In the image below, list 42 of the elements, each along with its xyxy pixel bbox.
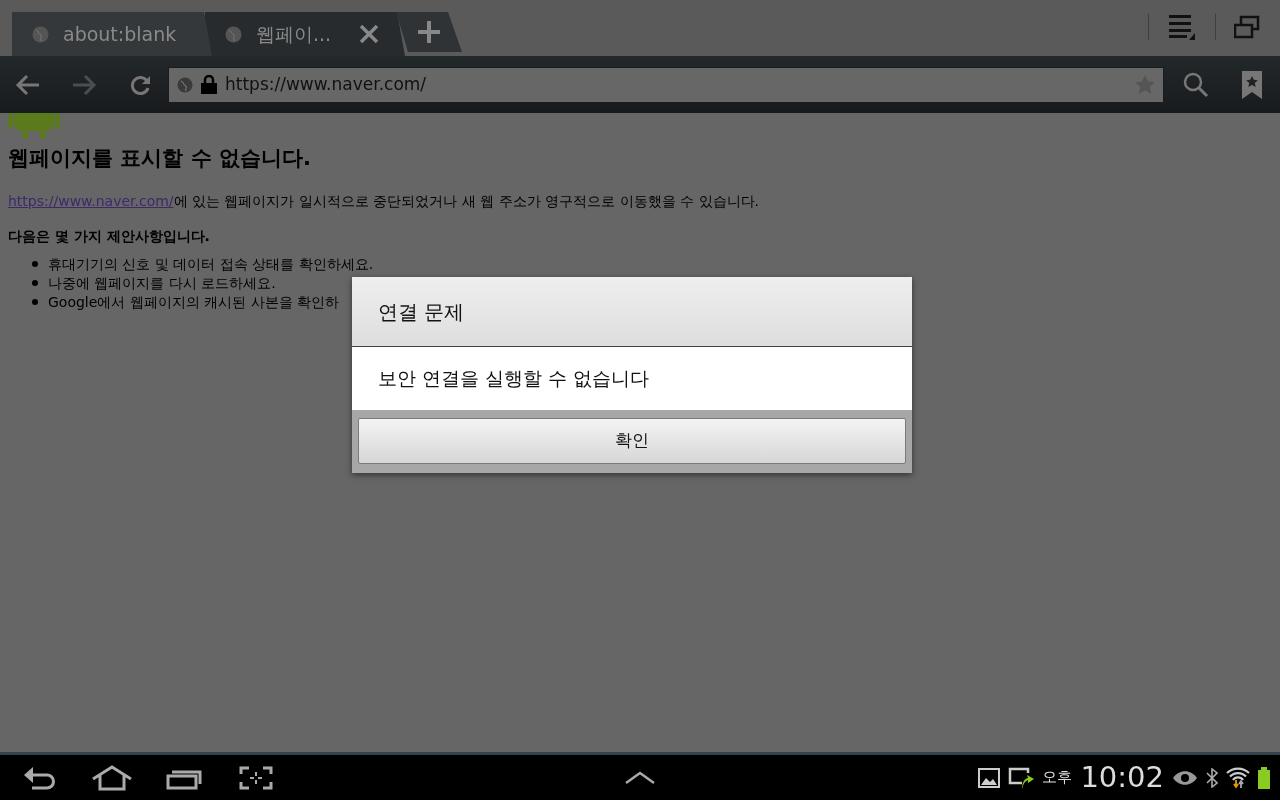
error-heading: 웹페이지를 표시할 수 없습니다. [8,145,312,172]
am-pm-label: 오후 [1042,767,1073,789]
close-icon[interactable] [359,24,379,44]
eye-icon [1172,769,1198,786]
bullet-icon [32,299,38,305]
url-field[interactable]: https://www.naver.com/ [168,66,1164,103]
suggestion-item: 나중에 웹페이지를 다시 로드하세요. [48,273,276,293]
search-icon [1183,71,1209,98]
error-message: https://www.naver.com/에 있는 웹페이지가 일시적으로 중단되었거나 새 웹 주소가 영구적으로 이동했을 수 있습니다. [8,191,760,211]
suggestions-title: 다음은 몇 가지 제안사항입니다. [8,226,211,246]
globe-icon [177,76,193,93]
dialog-title: 연결 문제 [352,277,912,347]
forward-arrow-icon [71,73,97,96]
screen-capture-icon [239,765,273,790]
suggestion-item: 휴대기기의 신호 및 데이터 접속 상태를 확인하세요. [48,254,374,274]
dialog-message: 보안 연결을 실행할 수 없습니다 [352,347,912,410]
page-link[interactable]: https://www.naver.com/ [8,192,174,209]
bluetooth-icon [1206,767,1218,788]
wifi-icon [1226,766,1250,789]
ok-button[interactable]: 확인 [358,418,906,464]
menu-icon[interactable] [1169,14,1195,40]
suggestion-item: Google에서 웹페이지의 캐시된 사본을 확인하 [48,292,340,312]
clock: 10:02 [1080,758,1164,796]
globe-icon [32,25,49,43]
house-icon [91,764,133,791]
battery-icon [1258,766,1270,789]
browser-tab[interactable]: about:blank [12,12,212,56]
windows-icon[interactable] [1234,15,1260,39]
back-arrow-icon [15,73,41,96]
image-icon [978,767,1001,788]
plus-icon [418,21,440,43]
browser-tab[interactable]: 웹페이... [205,12,405,56]
back-arrow-icon [24,765,56,790]
chevron-up-icon [624,770,656,785]
sync-icon [1008,766,1035,789]
bullet-icon [32,261,38,267]
bookmark-icon [1242,70,1262,99]
lock-icon [201,75,217,94]
reload-icon [129,73,151,96]
globe-icon [225,25,242,43]
android-robot-icon [8,113,60,139]
bullet-icon [32,280,38,286]
